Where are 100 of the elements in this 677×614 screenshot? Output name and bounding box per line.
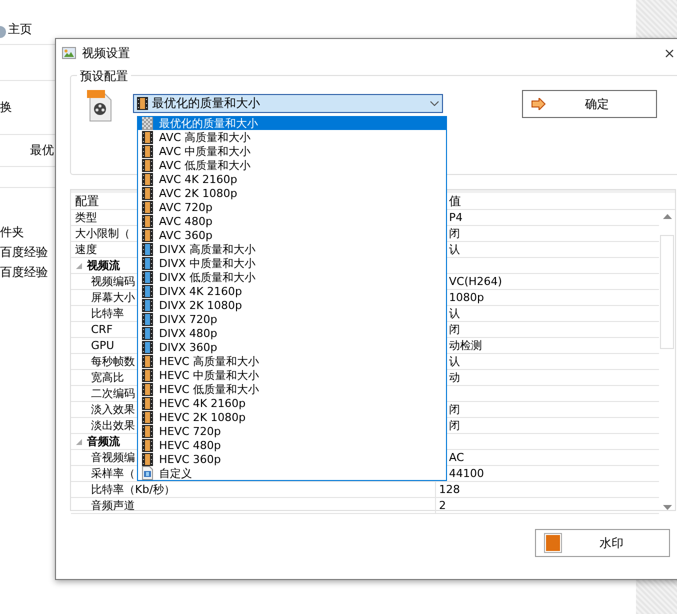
property-value: 认 (448, 306, 460, 321)
category-label: 音频流 (87, 434, 120, 449)
property-name: 视频编码 (91, 274, 135, 289)
column-header: 配置 (75, 192, 99, 210)
property-name: 类型 (75, 210, 97, 225)
preset-option[interactable]: 自定义 (138, 466, 446, 480)
confirm-button[interactable]: 确定 (522, 90, 657, 118)
property-value: 动 (448, 370, 460, 385)
preset-option[interactable]: HEVC 4K 2160p (138, 396, 446, 410)
preset-dropdown[interactable]: 最优化的质量和大小 (133, 94, 443, 113)
property-value: 认 (448, 242, 460, 257)
preset-option[interactable]: DIVX 2K 1080p (138, 298, 446, 312)
preset-option[interactable]: HEVC 720p (138, 424, 446, 438)
property-name: 音频声道 (91, 498, 135, 513)
film-icon (142, 214, 153, 228)
film-icon (142, 410, 153, 424)
collapse-icon[interactable] (75, 438, 83, 446)
preset-option[interactable]: AVC 中质量和大小 (138, 144, 446, 158)
film-icon (142, 340, 153, 354)
film-icon (142, 256, 153, 270)
property-value: 动检测 (448, 338, 482, 353)
property-name: 淡出效果 (91, 418, 135, 433)
property-value: 闭 (448, 402, 460, 417)
film-icon (142, 368, 153, 382)
preset-option[interactable]: AVC 480p (138, 214, 446, 228)
watermark-button[interactable]: 水印 (535, 529, 670, 557)
preset-option[interactable]: DIVX 高质量和大小 (138, 242, 446, 256)
film-icon (142, 452, 153, 466)
preset-option[interactable]: DIVX 中质量和大小 (138, 256, 446, 270)
preset-option[interactable]: AVC 高质量和大小 (138, 130, 446, 144)
close-icon[interactable] (665, 48, 674, 58)
preset-option[interactable]: DIVX 480p (138, 326, 446, 340)
preset-option[interactable]: AVC 360p (138, 228, 446, 242)
preset-option[interactable]: DIVX 360p (138, 340, 446, 354)
preset-option[interactable]: HEVC 中质量和大小 (138, 368, 446, 382)
film-icon (142, 228, 153, 242)
property-name: GPU (91, 339, 114, 352)
video-file-icon (87, 90, 113, 122)
film-icon (142, 326, 153, 340)
property-name: 音视频编 (91, 450, 135, 465)
film-icon (142, 242, 153, 256)
film-icon (142, 200, 153, 214)
preset-option[interactable]: HEVC 2K 1080p (138, 410, 446, 424)
preset-option[interactable]: AVC 720p (138, 200, 446, 214)
preset-option[interactable]: HEVC 低质量和大小 (138, 382, 446, 396)
preset-option[interactable]: DIVX 720p (138, 312, 446, 326)
collapse-icon[interactable] (75, 262, 83, 270)
film-icon (142, 270, 153, 284)
film-icon (142, 172, 153, 186)
option-button[interactable]: 最优 (30, 142, 54, 159)
property-name: 每秒帧数 (91, 354, 135, 369)
property-value: 闭 (448, 322, 460, 337)
scroll-up-icon[interactable] (662, 214, 672, 219)
preset-option[interactable]: AVC 4K 2160p (138, 172, 446, 186)
film-icon (142, 396, 153, 410)
film-icon (142, 130, 153, 144)
film-icon (142, 298, 153, 312)
property-value: VC(H264) (448, 275, 502, 288)
property-name: 淡入效果 (91, 402, 135, 417)
property-value: AC (448, 451, 464, 464)
film-icon (142, 312, 153, 326)
preset-option[interactable]: AVC 低质量和大小 (138, 158, 446, 172)
property-name: 二次编码 (91, 386, 135, 401)
menu-text: 换 (0, 99, 12, 116)
film-icon (142, 186, 153, 200)
property-name: 速度 (75, 242, 97, 257)
scroll-down-icon[interactable] (662, 505, 672, 510)
preset-option[interactable]: HEVC 480p (138, 438, 446, 452)
group-label: 预设配置 (77, 68, 131, 85)
property-name: 宽高比 (91, 370, 124, 385)
property-value: 2 (438, 499, 446, 512)
film-icon (142, 354, 153, 368)
film-icon (142, 424, 153, 438)
desktop-background (636, 580, 677, 614)
preset-option[interactable]: HEVC 高质量和大小 (138, 354, 446, 368)
property-value: P4 (448, 211, 463, 224)
film-icon (142, 382, 153, 396)
preset-option[interactable]: 最优化的质量和大小 (138, 116, 446, 130)
property-value: 闭 (448, 226, 460, 241)
film-icon (142, 158, 153, 172)
home-tab[interactable]: 主页 (8, 21, 32, 38)
property-value: 1080p (448, 291, 484, 304)
property-value: 闭 (448, 418, 460, 433)
desktop-background (636, 0, 677, 40)
property-value: 44100 (448, 467, 484, 480)
property-value: 认 (448, 354, 460, 369)
preset-option[interactable]: AVC 2K 1080p (138, 186, 446, 200)
property-name: 屏幕大小 (91, 290, 135, 305)
film-icon (137, 97, 148, 110)
preset-option[interactable]: HEVC 360p (138, 452, 446, 466)
preset-option[interactable]: DIVX 4K 2160p (138, 284, 446, 298)
property-name: 大小限制（ (75, 226, 130, 241)
preset-option[interactable]: DIVX 低质量和大小 (138, 270, 446, 284)
property-name: 比特率（Kb/秒） (91, 482, 175, 497)
property-name: 采样率（ (91, 466, 135, 481)
film-icon (142, 144, 153, 158)
category-label: 视频流 (87, 258, 120, 273)
home-icon[interactable] (0, 26, 6, 38)
property-value: 128 (438, 483, 460, 496)
stamp-icon (544, 533, 562, 553)
